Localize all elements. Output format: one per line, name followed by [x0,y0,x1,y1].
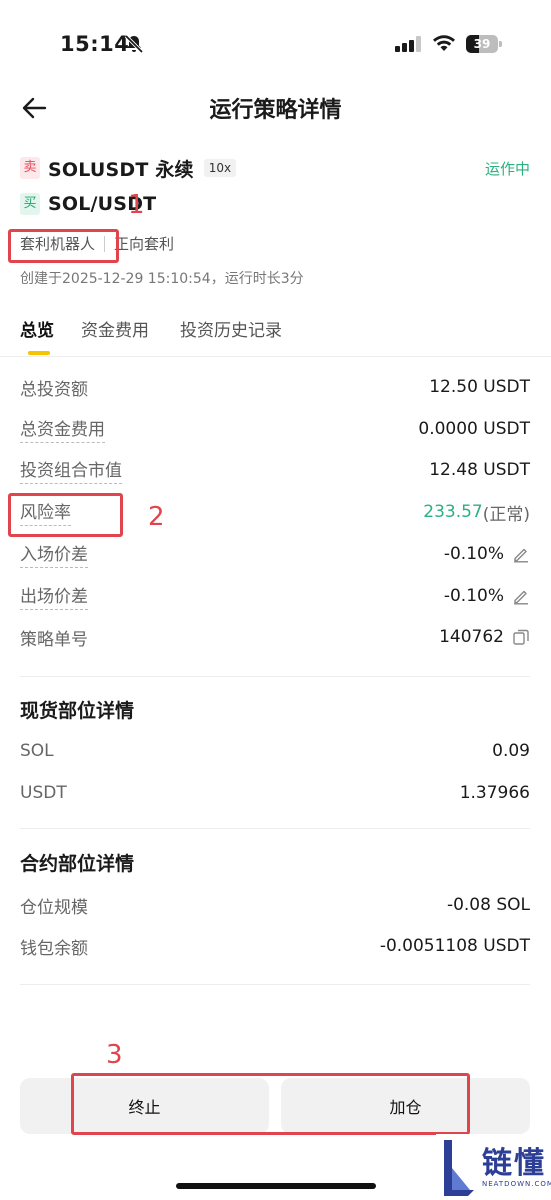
row-value: 12.48 USDT [429,460,530,480]
wifi-icon [433,35,455,51]
annotation-box-3 [71,1073,470,1135]
row-wallet-balance: 钱包余额 -0.0051108 USDT [20,931,530,961]
row-total-investment: 总投资额 12.50 USDT [20,372,530,402]
spot-section-title: 现货部位详情 [20,700,135,722]
bell-muted-icon [124,34,144,54]
row-label[interactable]: 入场价差 [20,540,88,568]
tag-direction: 正向套利 [114,235,175,253]
row-label[interactable]: 投资组合市值 [20,456,122,484]
row-value: 12.50 USDT [429,377,530,397]
watermark-logo-icon [444,1140,474,1196]
tab-overview[interactable]: 总览 [20,316,54,341]
edit-icon[interactable] [512,545,530,563]
risk-rate-value: 233.57 [423,502,483,522]
row-label: SOL [20,741,54,761]
futures-pair: SOLUSDT 永续 [48,158,194,181]
row-strategy-id: 策略单号 140762 [20,622,530,652]
row-value: 0.09 [492,741,530,761]
section-divider [20,676,530,677]
leverage-badge: 10x [203,159,237,177]
signal-icon [395,36,421,52]
tab-investment-history[interactable]: 投资历史记录 [180,316,282,341]
copy-icon[interactable] [512,628,530,646]
home-indicator [176,1183,376,1189]
row-label: 策略单号 [20,629,88,650]
entry-spread-value: -0.10% [443,544,504,564]
sell-badge: 卖 [20,157,40,179]
section-divider [20,984,530,985]
row-value: 1.37966 [459,783,530,803]
row-spot-sol: SOL 0.09 [20,736,530,766]
sell-leg: 卖 SOLUSDT 永续 10x [20,154,237,182]
futures-section-title: 合约部位详情 [20,853,135,875]
status-bar: 15:14 39 [0,0,551,88]
status-time: 15:14 [60,32,130,56]
row-total-funding: 总资金费用 0.0000 USDT [20,414,530,444]
row-label[interactable]: 出场价差 [20,582,88,610]
annotation-number-3: 3 [106,1040,123,1070]
watermark-subtext: NEATDOWN.COM [482,1180,551,1188]
row-value: -0.10% [444,544,530,564]
section-divider [20,828,530,829]
row-value: -0.0051108 USDT [379,936,530,956]
row-spot-usdt: USDT 1.37966 [20,778,530,808]
row-value: -0.10% [444,586,530,606]
row-value: 140762 [439,627,530,647]
annotation-box-2 [8,493,123,537]
status-badge: 运作中 [484,160,530,178]
battery-level: 39 [473,37,491,51]
row-exit-spread: 出场价差 -0.10% [20,581,530,611]
tab-active-indicator [28,351,50,355]
exit-spread-value: -0.10% [443,586,504,606]
tab-funding-fees[interactable]: 资金费用 [81,316,149,341]
page-title: 运行策略详情 [209,98,342,123]
edit-icon[interactable] [512,587,530,605]
row-value: 233.57 (正常) [423,500,530,525]
row-value: -0.08 SOL [446,895,530,915]
row-entry-spread: 入场价差 -0.10% [20,539,530,569]
row-position-size: 仓位规模 -0.08 SOL [20,890,530,920]
watermark-text: 链懂 [482,1146,546,1181]
buy-badge: 买 [20,193,40,215]
back-arrow-icon[interactable] [20,94,48,122]
row-label: 总投资额 [20,379,88,400]
row-label: USDT [20,783,67,803]
annotation-box-1 [8,229,119,263]
annotation-number-2: 2 [148,502,165,532]
annotation-number-1: 1 [128,190,145,220]
row-label: 钱包余额 [20,938,88,959]
watermark: 链懂 NEATDOWN.COM [436,1134,551,1200]
risk-rate-status: (正常) [482,504,530,525]
tab-bar: 总览 资金费用 投资历史记录 [0,312,551,357]
created-info: 创建于2025-12-29 15:10:54，运行时长3分 [20,271,304,287]
row-label[interactable]: 总资金费用 [20,415,105,443]
nav-bar: 运行策略详情 [0,80,551,136]
battery-indicator: 39 [466,35,502,53]
row-value: 0.0000 USDT [418,419,530,439]
strategy-id-value: 140762 [439,627,504,647]
row-label: 仓位规模 [20,897,88,918]
row-portfolio-value: 投资组合市值 12.48 USDT [20,455,530,485]
